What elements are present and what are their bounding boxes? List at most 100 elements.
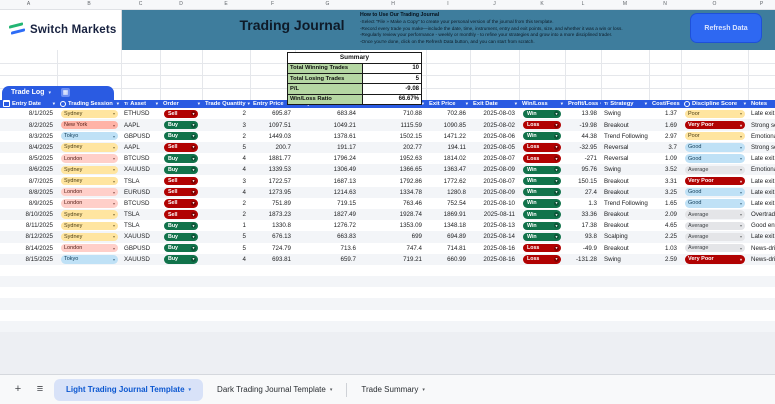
cell-notes[interactable]: Strong set [748,119,775,130]
discipline-chip[interactable]: Good ▾ [685,199,745,208]
cell-asset[interactable]: ETHUSD [121,108,160,119]
cell-notes[interactable]: Emotiona [748,131,775,142]
cell-take-profit[interactable]: 1115.59 [360,119,426,130]
win-loss-chip[interactable]: Win ▾ [519,131,565,142]
cell-trade-quantity[interactable]: 3 [202,175,250,186]
win-loss-chip[interactable]: Win ▾ [523,188,561,197]
cell-entry-date[interactable]: 8/1/2025 [0,108,57,119]
cell-entry-date[interactable]: 8/3/2025 [0,131,57,142]
cell-profit-loss[interactable]: 33.36 [565,209,601,220]
cell-exit-price[interactable]: 194.11 [426,142,470,153]
order-chip[interactable]: Sell ▾ [160,198,202,209]
session-chip[interactable]: Sydney ▾ [57,142,121,153]
session-chip[interactable]: London ▾ [61,243,118,253]
cell-exit-price[interactable]: 1280.8 [426,187,470,198]
cell-exit-date[interactable]: 2025-08-16 [470,243,519,254]
cell-exit-price[interactable]: 702.86 [426,108,470,119]
win-loss-chip[interactable]: Loss ▾ [519,153,565,164]
order-chip[interactable]: Sell ▾ [160,187,202,198]
cell-strategy[interactable]: Reversal [601,153,649,164]
session-chip[interactable]: Tokyo ▾ [61,255,118,264]
cell-profit-loss[interactable]: 93.8 [565,231,601,242]
discipline-chip[interactable]: Very Poor ▾ [685,176,745,186]
cell-exit-date[interactable]: 2025-08-03 [470,108,519,119]
session-chip[interactable]: Tokyo ▾ [57,254,121,265]
cell-entry-price[interactable]: 1722.57 [250,175,295,186]
discipline-chip[interactable]: Average ▾ [681,209,748,220]
session-chip[interactable]: London ▾ [57,153,121,164]
cell-strategy[interactable]: Trend Following [601,198,649,209]
cell-profit-loss[interactable]: 1.3 [565,198,601,209]
order-chip[interactable]: Buy ▾ [164,243,198,253]
win-loss-chip[interactable]: Win ▾ [519,175,565,186]
session-chip[interactable]: Sydney ▾ [57,220,121,231]
column-header-notes[interactable]: Notes [748,100,775,109]
cell-strategy[interactable]: Breakout [601,220,649,231]
cell-entry-price[interactable]: 695.87 [250,108,295,119]
discipline-chip[interactable]: Average ▾ [681,231,748,242]
discipline-chip[interactable]: Good ▾ [681,198,748,209]
cell-exit-price[interactable]: 1348.18 [426,220,470,231]
cell-stop-loss[interactable]: 1214.63 [295,187,360,198]
cell-stop-loss[interactable]: 659.7 [295,254,360,265]
column-letter-I[interactable]: I [426,1,470,7]
discipline-chip[interactable]: Very Poor ▾ [681,254,748,265]
cell-profit-loss[interactable]: -271 [565,153,601,164]
cell-exit-price[interactable]: 752.54 [426,198,470,209]
discipline-chip[interactable]: Poor ▾ [681,131,748,142]
cell-asset[interactable]: TSLA [121,175,160,186]
order-chip[interactable]: Buy ▾ [160,164,202,175]
discipline-chip[interactable]: Very Poor ▾ [685,120,745,130]
cell-entry-date[interactable]: 8/5/2025 [0,153,57,164]
cell-entry-price[interactable]: 1873.23 [250,209,295,220]
session-chip[interactable]: New York ▾ [57,119,121,130]
cell-cost-fees[interactable]: 1.03 [649,243,681,254]
discipline-chip[interactable]: Poor ▾ [681,108,748,119]
cell-entry-date[interactable]: 8/14/2025 [0,243,57,254]
cell-strategy[interactable]: Swing [601,164,649,175]
win-loss-chip[interactable]: Win ▾ [519,108,565,119]
cell-asset[interactable]: XAUUSD [121,254,160,265]
cell-exit-date[interactable]: 2025-08-09 [470,164,519,175]
cell-take-profit[interactable]: 1334.78 [360,187,426,198]
discipline-chip[interactable]: Very Poor ▾ [685,255,745,264]
order-chip[interactable]: Sell ▾ [164,199,198,208]
cell-exit-price[interactable]: 694.89 [426,231,470,242]
sheet-tab-light-trading-journal-template[interactable]: Light Trading Journal Template ▾ [54,378,204,401]
session-chip[interactable]: Sydney ▾ [61,165,118,175]
discipline-chip[interactable]: Good ▾ [685,188,745,197]
cell-trade-quantity[interactable]: 4 [202,164,250,175]
cell-asset[interactable]: BTCUSD [121,198,160,209]
column-header-order[interactable]: Order ▾ [160,100,202,109]
cell-stop-loss[interactable]: 1796.24 [295,153,360,164]
cell-entry-date[interactable]: 8/2/2025 [0,119,57,130]
table-icon[interactable]: ▦ [60,88,70,97]
order-chip[interactable]: Buy ▾ [164,154,198,163]
column-header-asset[interactable]: Tr Asset ▾ [121,100,160,109]
cell-stop-loss[interactable]: 1378.61 [295,131,360,142]
discipline-chip[interactable]: Poor ▾ [685,109,745,119]
cell-entry-date[interactable]: 8/12/2025 [0,231,57,242]
cell-strategy[interactable]: Trend Following [601,131,649,142]
cell-asset[interactable]: GBPUSD [121,243,160,254]
session-chip[interactable]: London ▾ [57,198,121,209]
cell-entry-price[interactable]: 1881.77 [250,153,295,164]
cell-cost-fees[interactable]: 3.7 [649,142,681,153]
cell-strategy[interactable]: Scalping [601,231,649,242]
cell-exit-date[interactable]: 2025-08-07 [470,175,519,186]
order-chip[interactable]: Sell ▾ [164,143,198,152]
cell-trade-quantity[interactable]: 5 [202,142,250,153]
cell-cost-fees[interactable]: 1.37 [649,108,681,119]
sheet-tab-dark-trading-journal-template[interactable]: Dark Trading Journal Template ▾ [205,379,344,401]
cell-trade-quantity[interactable]: 4 [202,153,250,164]
cell-stop-loss[interactable]: 713.6 [295,243,360,254]
cell-exit-price[interactable]: 714.81 [426,243,470,254]
cell-cost-fees[interactable]: 3.25 [649,187,681,198]
cell-profit-loss[interactable]: 27.4 [565,187,601,198]
session-chip[interactable]: Sydney ▾ [57,164,121,175]
cell-exit-price[interactable]: 1363.47 [426,164,470,175]
cell-take-profit[interactable]: 763.46 [360,198,426,209]
win-loss-chip[interactable]: Win ▾ [519,187,565,198]
cell-notes[interactable]: Emotiona [748,164,775,175]
order-chip[interactable]: Sell ▾ [164,188,198,197]
